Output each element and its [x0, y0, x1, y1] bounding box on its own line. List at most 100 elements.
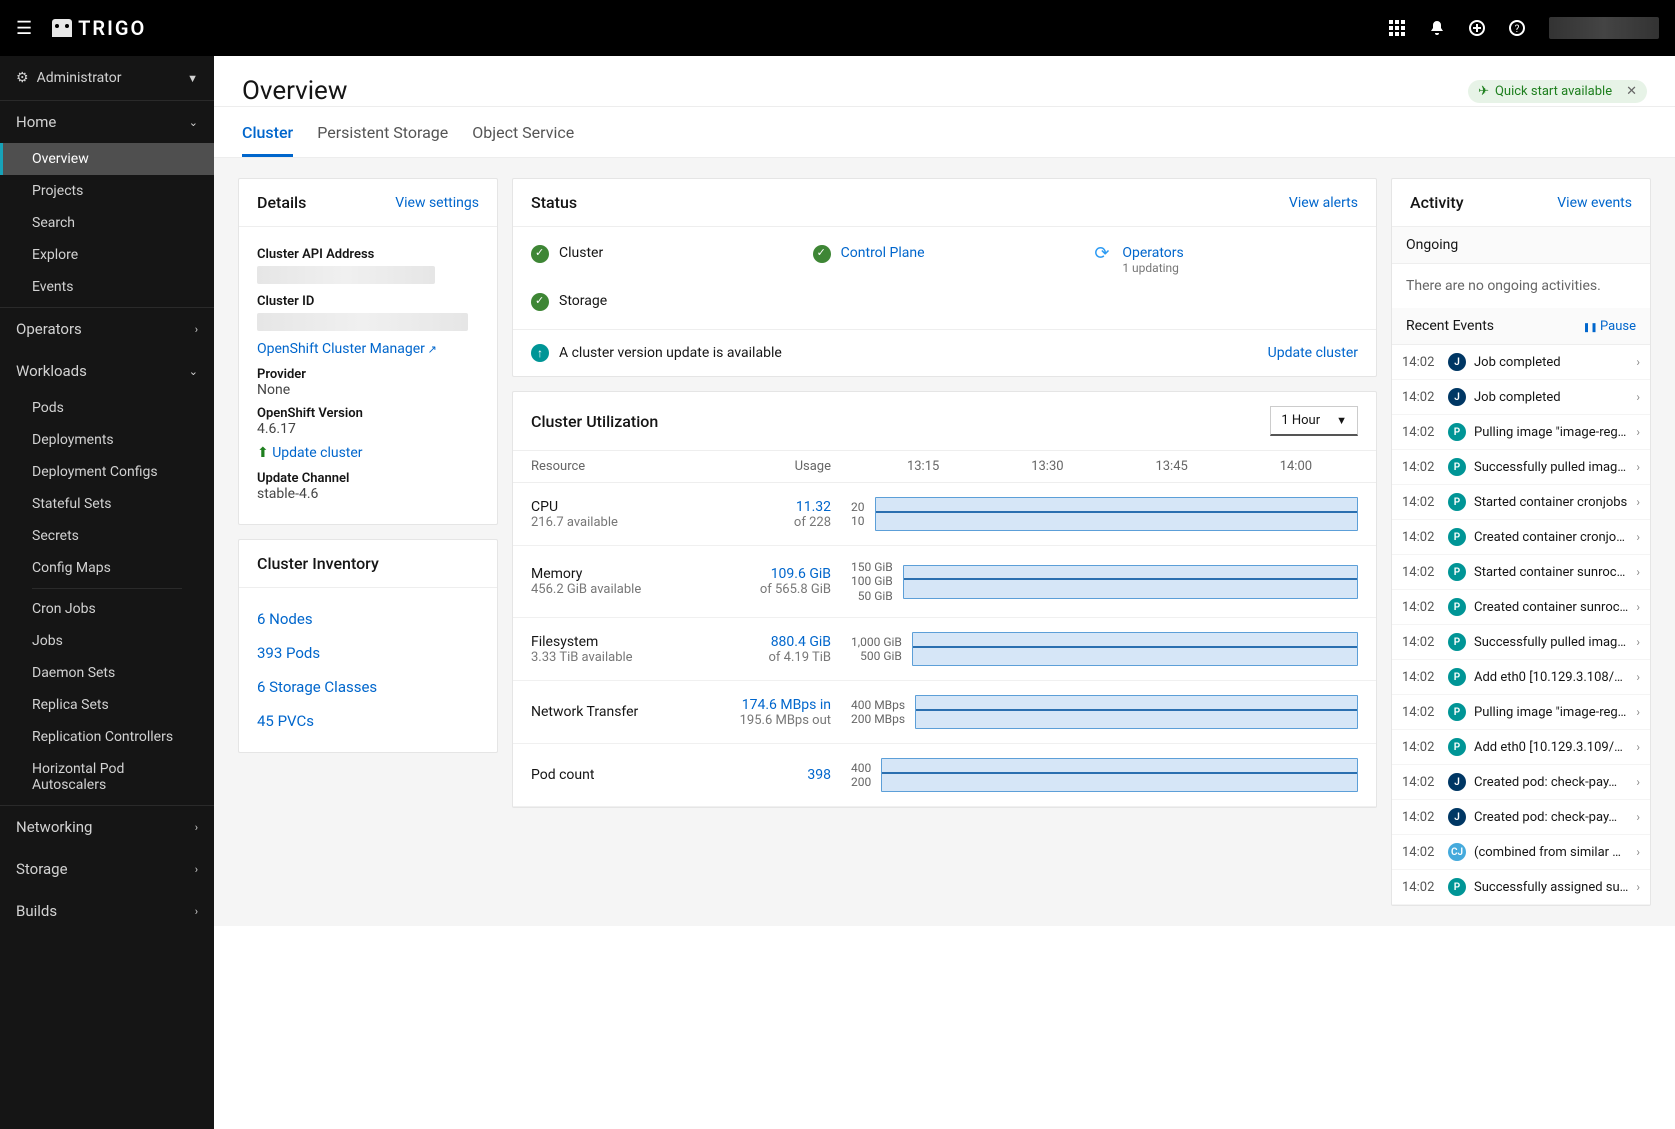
event-time: 14:02 — [1402, 670, 1440, 685]
event-time: 14:02 — [1402, 425, 1440, 440]
view-events-link[interactable]: View events — [1557, 195, 1632, 211]
event-row[interactable]: 14:02JJob completed› — [1392, 380, 1650, 415]
nav-item-replication-controllers[interactable]: Replication Controllers — [0, 721, 214, 753]
nav-item-secrets[interactable]: Secrets — [0, 520, 214, 552]
label-version: OpenShift Version — [257, 406, 479, 421]
update-cluster-link[interactable]: Update cluster — [257, 445, 479, 461]
nav-item-events[interactable]: Events — [0, 271, 214, 303]
col-usage: Usage — [731, 459, 831, 474]
nav-item-deployment-configs[interactable]: Deployment Configs — [0, 456, 214, 488]
nav-item-pods[interactable]: Pods — [0, 392, 214, 424]
util-value[interactable]: 398 — [731, 767, 831, 783]
event-row[interactable]: 14:02CJ(combined from similar …› — [1392, 835, 1650, 870]
bell-icon[interactable] — [1429, 20, 1445, 36]
status-item-operators[interactable]: ⟳Operators1 updating — [1094, 245, 1358, 275]
nav-item-cron-jobs[interactable]: Cron Jobs — [0, 593, 214, 625]
event-row[interactable]: 14:02PSuccessfully pulled imag…› — [1392, 625, 1650, 660]
sparkline-chart[interactable] — [915, 695, 1358, 729]
nav-item-jobs[interactable]: Jobs — [0, 625, 214, 657]
nav-item-daemon-sets[interactable]: Daemon Sets — [0, 657, 214, 689]
status-item-control-plane[interactable]: Control Plane — [813, 245, 1077, 275]
event-row[interactable]: 14:02PPulling image "image-reg…› — [1392, 695, 1650, 730]
top-bar: ☰ TRIGO ? — [0, 0, 1675, 56]
event-row[interactable]: 14:02JJob completed› — [1392, 345, 1650, 380]
status-update-link[interactable]: Update cluster — [1268, 345, 1358, 361]
nav-section-workloads[interactable]: Workloads⌄ — [0, 350, 214, 392]
pause-button[interactable]: Pause — [1583, 319, 1636, 334]
plus-icon[interactable] — [1469, 20, 1485, 36]
event-row[interactable]: 14:02PPulling image "image-reg…› — [1392, 415, 1650, 450]
ocm-link[interactable]: OpenShift Cluster Manager — [257, 341, 479, 357]
chevron-down-icon: ▼ — [187, 72, 198, 85]
nav-section-operators[interactable]: Operators› — [0, 308, 214, 350]
util-of: of 4.19 TiB — [731, 650, 831, 665]
event-row[interactable]: 14:02PSuccessfully pulled imag…› — [1392, 450, 1650, 485]
nav-item-stateful-sets[interactable]: Stateful Sets — [0, 488, 214, 520]
util-value[interactable]: 11.32 — [731, 499, 831, 515]
tab-cluster[interactable]: Cluster — [242, 123, 293, 157]
chevron-right-icon: › — [1636, 495, 1640, 509]
event-message: Pulling image "image-reg… — [1474, 425, 1628, 440]
event-row[interactable]: 14:02PSuccessfully assigned su…› — [1392, 870, 1650, 905]
util-ticks: 400200 — [851, 761, 871, 790]
util-value[interactable]: 880.4 GiB — [731, 634, 831, 650]
nav-item-search[interactable]: Search — [0, 207, 214, 239]
sparkline-chart[interactable] — [912, 632, 1358, 666]
nav-section-home[interactable]: Home⌄ — [0, 101, 214, 143]
event-row[interactable]: 14:02JCreated pod: check-pay…› — [1392, 800, 1650, 835]
event-row[interactable]: 14:02PAdd eth0 [10.129.3.109/23]› — [1392, 730, 1650, 765]
help-icon[interactable]: ? — [1509, 20, 1525, 36]
event-row[interactable]: 14:02JCreated pod: check-pay…› — [1392, 765, 1650, 800]
event-row[interactable]: 14:02PCreated container cronjo…› — [1392, 520, 1650, 555]
resource-badge: P — [1448, 668, 1466, 686]
check-circle-icon — [531, 293, 549, 311]
inventory-link[interactable]: 45 PVCs — [257, 704, 479, 738]
sparkline-chart[interactable] — [903, 565, 1358, 599]
event-message: Successfully pulled imag… — [1474, 460, 1628, 475]
inventory-link[interactable]: 6 Storage Classes — [257, 670, 479, 704]
nav-item-replica-sets[interactable]: Replica Sets — [0, 689, 214, 721]
util-value[interactable]: 109.6 GiB — [731, 566, 831, 582]
nav-item-overview[interactable]: Overview — [0, 143, 214, 175]
chevron-right-icon: › — [1636, 530, 1640, 544]
brand-logo[interactable]: TRIGO — [52, 16, 146, 40]
nav-section-builds[interactable]: Builds› — [0, 890, 214, 932]
resource-badge: P — [1448, 563, 1466, 581]
inventory-link[interactable]: 393 Pods — [257, 636, 479, 670]
view-settings-link[interactable]: View settings — [395, 195, 479, 211]
sparkline-chart[interactable] — [875, 497, 1359, 531]
check-circle-icon — [531, 245, 549, 263]
nav-item-projects[interactable]: Projects — [0, 175, 214, 207]
util-of: of 565.8 GiB — [731, 582, 831, 597]
menu-toggle-icon[interactable]: ☰ — [16, 18, 32, 39]
time-range-dropdown[interactable]: 1 Hour ▼ — [1270, 406, 1358, 436]
nav-section-networking[interactable]: Networking› — [0, 806, 214, 848]
event-time: 14:02 — [1402, 495, 1440, 510]
col-resource: Resource — [531, 459, 731, 474]
nav-section-storage[interactable]: Storage› — [0, 848, 214, 890]
event-row[interactable]: 14:02PCreated container sunroc…› — [1392, 590, 1650, 625]
nav-item-horizontal-pod-autoscalers[interactable]: Horizontal Pod Autoscalers — [0, 753, 214, 801]
close-icon[interactable]: ✕ — [1626, 84, 1637, 99]
inventory-link[interactable]: 6 Nodes — [257, 602, 479, 636]
perspective-switcher[interactable]: ⚙Administrator ▼ — [0, 56, 214, 101]
util-resource-sub: 216.7 available — [531, 515, 731, 530]
event-row[interactable]: 14:02PAdd eth0 [10.129.3.108/23]› — [1392, 660, 1650, 695]
util-resource-name: Network Transfer — [531, 704, 731, 720]
nav-item-config-maps[interactable]: Config Maps — [0, 552, 214, 584]
user-menu[interactable] — [1549, 17, 1659, 39]
tab-persistent-storage[interactable]: Persistent Storage — [317, 123, 448, 157]
nav-item-deployments[interactable]: Deployments — [0, 424, 214, 456]
redacted-cluster-id — [257, 313, 468, 331]
event-row[interactable]: 14:02PStarted container sunroc…› — [1392, 555, 1650, 590]
event-time: 14:02 — [1402, 775, 1440, 790]
nav-item-explore[interactable]: Explore — [0, 239, 214, 271]
sparkline-chart[interactable] — [881, 758, 1358, 792]
event-row[interactable]: 14:02PStarted container cronjobs› — [1392, 485, 1650, 520]
status-item-cluster: Cluster — [531, 245, 795, 275]
util-value[interactable]: 174.6 MBps in — [731, 697, 831, 713]
tab-object-service[interactable]: Object Service — [472, 123, 574, 157]
quickstart-badge[interactable]: ✈ Quick start available ✕ — [1468, 80, 1647, 103]
view-alerts-link[interactable]: View alerts — [1289, 195, 1358, 211]
apps-icon[interactable] — [1389, 20, 1405, 36]
